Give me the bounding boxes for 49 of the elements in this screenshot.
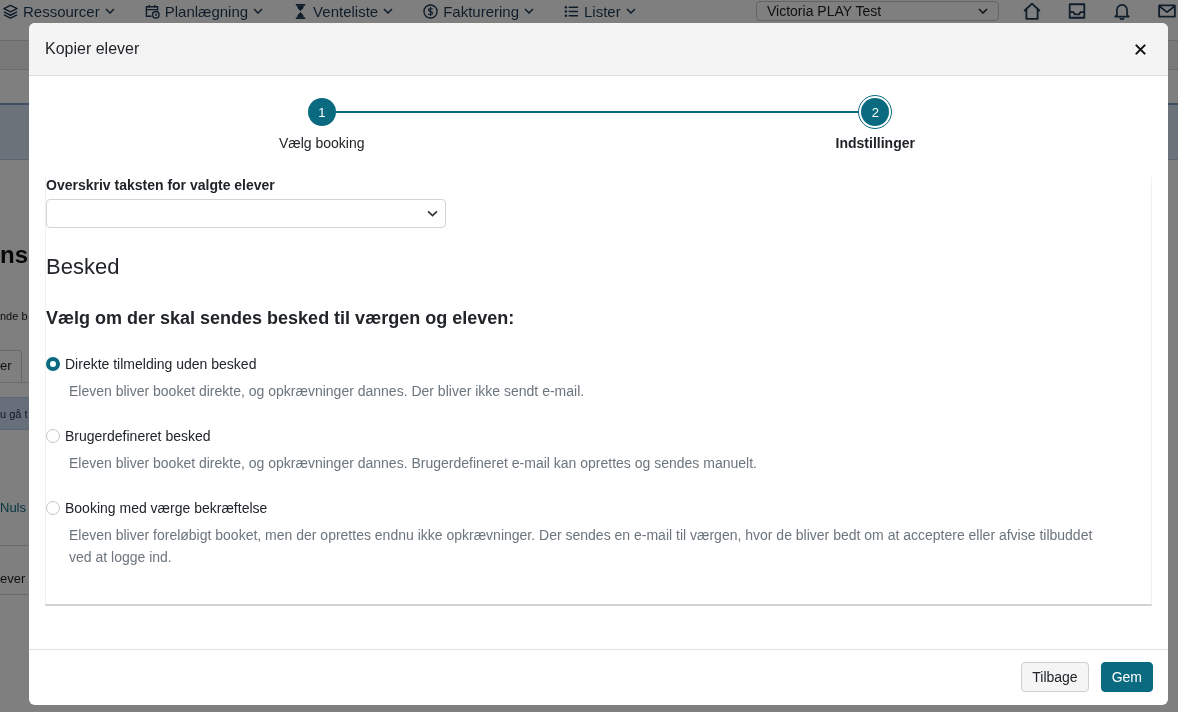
- step-label: Indstillinger: [835, 134, 915, 153]
- nav-menu-button[interactable]: Ressourcer: [3, 1, 115, 21]
- chevron-down-icon: [427, 210, 438, 217]
- dollar-circle-icon: [423, 3, 439, 19]
- page-text: nde b: [0, 309, 29, 324]
- nav-menu-button[interactable]: Planlægning: [144, 1, 264, 21]
- dialog-title: Kopier elever: [45, 40, 140, 58]
- nav-menu-button[interactable]: Lister: [564, 1, 636, 21]
- step-label: Vælg booking: [278, 134, 365, 153]
- close-button[interactable]: [1135, 43, 1146, 55]
- question-text: Vælg om der skal sendes besked til værgen og eleven:: [46, 307, 516, 330]
- bell-icon[interactable]: [1113, 2, 1131, 20]
- section-heading: Besked: [46, 253, 121, 281]
- banner-band: [0, 103, 29, 160]
- back-button[interactable]: Tilbage: [1021, 662, 1089, 692]
- nav-menu-button[interactable]: Venteliste: [293, 1, 394, 21]
- field-label: Overskriv taksten for valgte elever: [46, 177, 276, 193]
- layers-icon: [3, 3, 18, 19]
- envelope-icon[interactable]: [1158, 2, 1176, 20]
- close-icon: [1135, 43, 1146, 55]
- chevron-down-icon: [524, 8, 535, 14]
- account-select[interactable]: Victoria PLAY Test: [756, 1, 999, 21]
- option-description: Eleven bliver booket direkte, og opkrævninger dannes. Der bliver ikke sendt e-mail.: [68, 382, 586, 401]
- nav-menu-button[interactable]: Fakturering: [423, 1, 535, 21]
- step-circle: 1: [307, 98, 336, 126]
- page-link[interactable]: Nuls: [0, 499, 29, 517]
- calendar-clock-icon: [144, 3, 160, 19]
- radio-button[interactable]: [46, 357, 60, 371]
- save-button[interactable]: Gem: [1100, 662, 1153, 692]
- chevron-down-icon: [383, 8, 394, 14]
- home-icon[interactable]: [1023, 2, 1041, 20]
- page-heading: ns: [0, 240, 29, 270]
- option-description: Eleven bliver booket direkte, og opkrævninger dannes. Brugerdefineret e-mail kan oprettes og sendes manuelt.: [68, 454, 758, 473]
- option-label[interactable]: Booking med værge bekræftelse: [65, 498, 268, 518]
- info-banner-text: u gå t: [0, 407, 28, 420]
- chevron-down-icon: [625, 8, 636, 14]
- banner-band: [1168, 103, 1178, 160]
- option-label[interactable]: Brugerdefineret besked: [65, 426, 211, 446]
- inbox-icon[interactable]: [1068, 2, 1086, 20]
- list-icon: [564, 3, 580, 19]
- radio-button[interactable]: [46, 429, 60, 443]
- radio-button[interactable]: [46, 501, 60, 515]
- option-description: Eleven bliver foreløbigt booket, men der oprettes endnu ikke opkrævninger. Der sendes en e-mail til værgen, hvor de bliver bedt om at acceptere eller afvise tilbuddet ved at logge ind.: [68, 526, 1094, 567]
- row-text: ever: [0, 570, 27, 588]
- option-label[interactable]: Direkte tilmelding uden besked: [65, 354, 257, 374]
- chevron-down-icon: [104, 8, 115, 14]
- chevron-down-icon: [253, 8, 264, 14]
- tab[interactable]: er: [0, 350, 22, 382]
- chevron-down-icon: [978, 8, 988, 14]
